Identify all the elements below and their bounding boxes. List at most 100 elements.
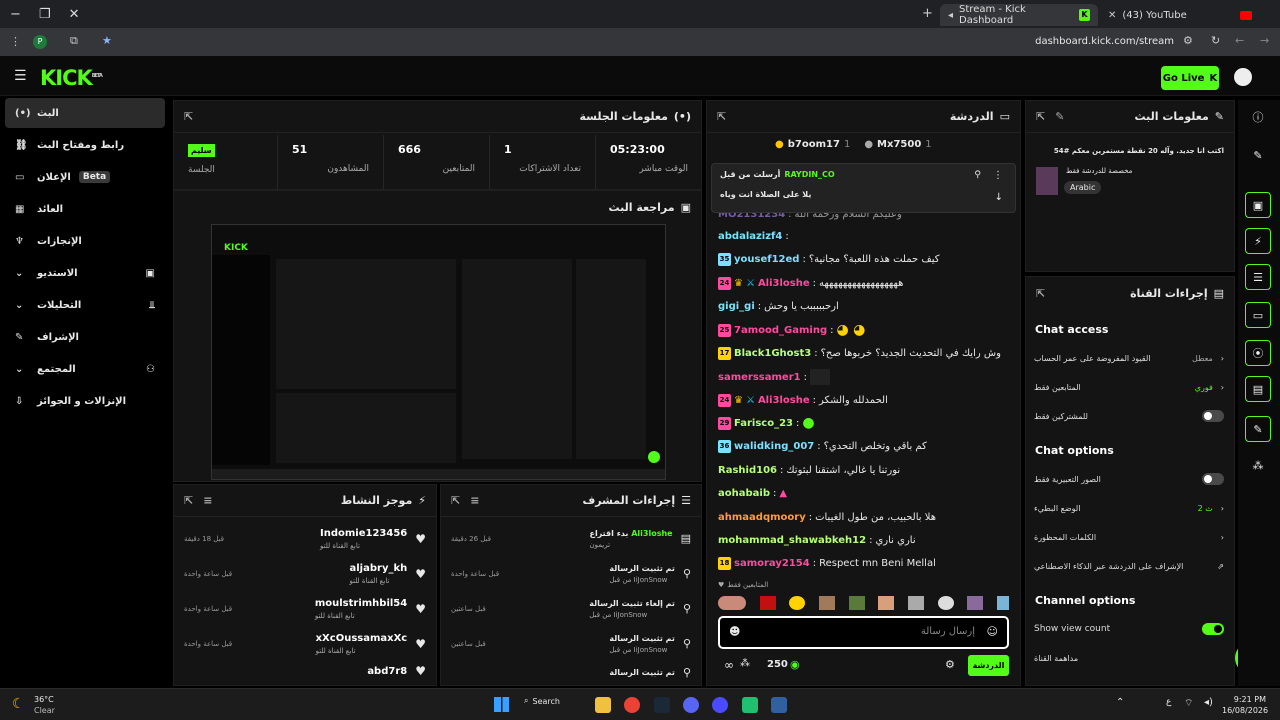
followers-only-mode[interactable]: المتابعين فقط فوري › [1034,376,1224,398]
sidebar-item-community[interactable]: ⌄ المجتمع ⚇ [5,354,165,384]
sidebar-item-moderation[interactable]: ✎ الإشراف [5,322,165,352]
infinity-icon[interactable]: ∞ [724,658,734,672]
share-icon[interactable]: ⁂ [740,658,750,669]
emote-icon[interactable] [907,596,924,610]
subscribers-only-mode[interactable]: للمشتركين فقط [1034,405,1224,427]
emote-icon[interactable] [718,596,746,610]
weather-widget[interactable]: 36°C Clear [34,694,55,716]
chevron-up-icon[interactable]: ⌃ [1116,697,1124,708]
sidebar-item-studio[interactable]: ⌄ الاستديو ▣ [5,258,165,288]
profile-icon[interactable]: P [33,35,47,49]
pin-icon[interactable]: ⚲ [974,170,981,180]
broadcast-icon[interactable]: ⦿ [1245,340,1271,366]
subscribers-only-toggle[interactable] [1202,410,1224,422]
share-icon[interactable]: ⁂ [1245,452,1271,478]
stream-preview-video[interactable]: KICK [211,224,666,480]
emote-icon[interactable] [878,596,895,610]
user-avatar-icon[interactable] [1234,68,1252,86]
info-icon[interactable]: ⓘ [1245,104,1271,130]
go-live-button[interactable]: Go Live K [1161,66,1219,90]
hamburger-menu-icon[interactable]: ☰ [14,68,27,84]
sidebar-item-achievements[interactable]: ♆ الإنجازات [5,226,165,256]
xbox-icon[interactable] [742,697,758,713]
reload-icon[interactable]: ↻ [1211,34,1220,47]
show-view-count-toggle[interactable] [1202,623,1224,635]
sidebar-item-stream-key[interactable]: ⛓ رابط ومفتاح البث [5,130,165,160]
sidebar-item-analytics[interactable]: ⌄ التحليلات ⫫ [5,290,165,320]
clock[interactable]: 9:21 PM 16/08/2026 [1222,694,1268,716]
taskbar-search[interactable]: ⌕ Search [524,696,560,706]
windows-start-icon[interactable] [494,697,509,712]
popout-icon[interactable]: ⇱ [1036,287,1045,300]
steam-icon[interactable] [654,697,670,713]
discord-icon[interactable] [683,697,699,713]
more-options-icon[interactable]: ⋮ [993,170,1003,181]
chat-send-button[interactable]: الدردشة [968,655,1009,676]
banned-words[interactable]: الكلمات المحظورة › [1034,526,1224,548]
emote-icon[interactable] [848,596,865,610]
emote-picker-icon[interactable]: ☺ [987,625,998,638]
popout-icon[interactable]: ⇱ [184,494,193,507]
edit-icon[interactable]: ✎ [1055,110,1064,123]
back-icon[interactable]: ← [1235,34,1244,47]
raid-channel[interactable]: مداهمة القناة [1034,647,1224,669]
sidebar-item-ads[interactable]: ▭ الإعلان Beta [5,162,165,192]
wrench-icon: ✎ [1214,110,1224,123]
filter-icon[interactable]: ≡ [470,494,479,507]
kick-logo[interactable]: KICKBETA [40,66,103,90]
edit-icon[interactable]: ✎ [1245,142,1271,168]
layout-icon[interactable]: ▣ [1245,192,1271,218]
emotes-only-mode[interactable]: الصور التعبيرية فقط [1034,468,1224,490]
show-view-count[interactable]: Show view count [1034,618,1224,640]
close-tab-icon[interactable]: ✕ [1108,10,1116,21]
emote-icon[interactable] [759,596,776,610]
emote-icon[interactable] [937,596,954,610]
chat-input[interactable]: ☻ إرسال رسالة ☺ [718,616,1009,649]
account-age-restriction[interactable]: القيود المفروضة على عمر الحساب معطل › [1034,347,1224,369]
menu-icon[interactable]: ⋮ [10,35,21,48]
tab-youtube[interactable]: ✕ (43) YouTube [1100,4,1260,26]
popout-icon[interactable]: ⇱ [717,110,726,123]
settings-gear-icon[interactable]: ⚙ [945,658,955,671]
filter-icon[interactable]: ≡ [203,494,212,507]
sidebar-item-broadcast[interactable]: (•) البث [5,98,165,128]
app-icon[interactable] [712,697,728,713]
slow-mode[interactable]: الوضع البطيء 2 ث › [1034,497,1224,519]
popout-icon[interactable]: ⇱ [451,494,460,507]
app-icon[interactable] [771,697,787,713]
sidebar-item-revenue[interactable]: ▦ العائد [5,194,165,224]
minimize-button[interactable]: − [10,7,21,22]
tab-kick-dashboard[interactable]: ◂ Stream - Kick Dashboard K [940,4,1098,26]
maximize-button[interactable]: ❐ [39,7,51,22]
url-text[interactable]: dashboard.kick.com/stream [1035,36,1174,47]
category-name: مخصصة للدردشة فقط [1066,167,1133,175]
emote-icon[interactable] [967,596,984,610]
emote-icon[interactable] [996,596,1009,610]
arrow-down-icon[interactable]: ↓ [995,192,1003,203]
bookmark-star-icon[interactable]: ★ [102,34,112,47]
emoji-icon[interactable]: ☻ [729,625,740,638]
channel-icon[interactable]: ▤ [1245,376,1271,402]
lightning-icon[interactable]: ⚡ [1245,228,1271,254]
file-explorer-icon[interactable] [595,697,611,713]
extensions-icon[interactable]: ⧉ [70,34,78,48]
emote-icon[interactable] [789,596,806,610]
sidebar-item-drops[interactable]: ⇩ الإنزالات و الجوائز [5,386,165,416]
popout-icon[interactable]: ⇱ [1036,110,1045,123]
keyboard-lang[interactable]: ع [1166,697,1171,707]
ai-moderation[interactable]: الإشراف على الدردشة عبر الذكاء الاصطناعي… [1034,555,1224,577]
chat-icon[interactable]: ▭ [1245,302,1271,328]
new-tab-button[interactable]: + [922,6,933,21]
close-button[interactable]: ✕ [69,7,80,22]
emote-icon[interactable] [818,596,835,610]
volume-icon[interactable]: ◂) [1204,697,1213,708]
popout-icon[interactable]: ⇱ [184,110,193,123]
chevron-right-icon: › [1220,532,1224,542]
site-settings-icon[interactable]: ⚙ [1183,34,1193,47]
wrench-icon[interactable]: ✎ [1245,416,1271,442]
chrome-icon[interactable] [624,697,640,713]
list-icon[interactable]: ☰ [1245,264,1271,290]
emotes-only-toggle[interactable] [1202,473,1224,485]
network-icon[interactable]: ⌔ [1184,697,1193,710]
forward-icon[interactable]: → [1260,34,1269,47]
